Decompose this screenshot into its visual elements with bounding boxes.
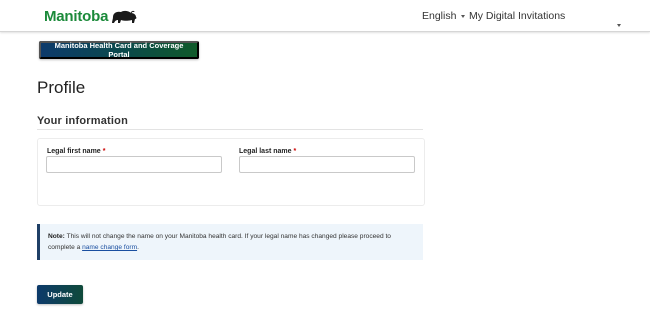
last-name-input[interactable] [239,156,415,173]
manitoba-logo[interactable]: Manitoba [44,8,138,25]
top-navigation-bar: Manitoba English My Digital Invitations [0,0,650,32]
bison-icon [112,10,137,23]
required-marker: * [102,148,106,155]
first-name-input[interactable] [46,156,222,173]
section-title: Your information [37,115,128,127]
my-digital-invitations-link[interactable]: My Digital Invitations [469,10,565,22]
note-suffix: . [137,244,139,251]
name-form-card: Legal first name * Legal last name * [37,138,425,206]
language-dropdown[interactable]: English [422,10,466,22]
update-button[interactable]: Update [37,285,83,304]
chevron-down-icon [617,24,621,27]
note-prefix: Note: [48,233,65,240]
last-name-label: Legal last name * [239,148,296,155]
first-name-label: Legal first name * [47,148,105,155]
last-name-label-text: Legal last name [239,148,292,155]
name-change-form-link[interactable]: name change form [82,244,137,251]
section-divider [37,129,423,130]
chevron-down-icon [461,14,466,18]
required-marker: * [293,148,297,155]
language-label: English [422,10,457,22]
page-title: Profile [37,78,86,97]
logo-text: Manitoba [44,8,109,25]
info-note: Note: This will not change the name on y… [37,224,423,260]
health-card-portal-button[interactable]: Manitoba Health Card and Coverage Portal [39,41,199,59]
user-menu-dropdown[interactable] [612,14,621,32]
first-name-label-text: Legal first name [47,148,101,155]
